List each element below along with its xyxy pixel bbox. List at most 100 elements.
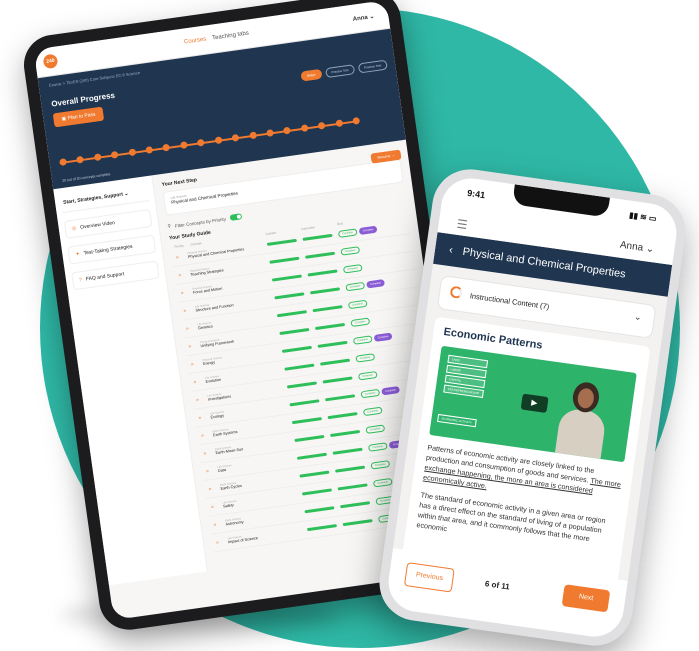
play-circle-icon: ◎ xyxy=(71,225,77,232)
progress-dot xyxy=(59,158,68,167)
progress-dot xyxy=(110,150,119,159)
chevron-right-icon: » xyxy=(215,539,220,546)
instruction-progress-bar xyxy=(315,322,346,331)
progress-dot xyxy=(283,126,292,135)
instruction-progress-bar xyxy=(320,358,351,366)
chevron-right-icon: » xyxy=(175,253,180,261)
content-progress-bar xyxy=(276,310,307,318)
content-progress-bar xyxy=(286,381,318,389)
page-indicator: 6 of 11 xyxy=(484,579,511,592)
presenter-figure xyxy=(551,375,615,460)
progress-dot xyxy=(93,153,102,162)
progress-dot xyxy=(231,133,240,142)
sidebar-item-faq-support[interactable]: ? FAQ and Support xyxy=(71,260,160,291)
instruction-progress-bar xyxy=(325,394,356,402)
chevron-down-icon: ⌄ xyxy=(368,13,375,21)
back-icon[interactable]: ‹ xyxy=(448,244,453,256)
instruction-progress-bar xyxy=(330,429,361,438)
content-progress-bar xyxy=(281,345,312,353)
content-progress-bar xyxy=(269,256,300,264)
lesson-content: Economic Patterns LAND LABOR CAPITAL ENT… xyxy=(400,316,651,595)
sidebar-item-overview-video[interactable]: ◎ Overview Video xyxy=(63,208,153,239)
progress-dot xyxy=(266,129,274,137)
chevron-right-icon: » xyxy=(210,503,215,510)
nav-teaching-tabs[interactable]: Teaching tabs xyxy=(212,30,250,41)
chevron-right-icon: » xyxy=(198,414,202,421)
progress-dot xyxy=(248,131,257,140)
chevron-right-icon: » xyxy=(203,450,207,457)
plan-to-pass-button[interactable]: ▣ Plan to Pass xyxy=(52,106,105,128)
content-progress-bar xyxy=(291,417,323,425)
chevron-down-icon: ⌄ xyxy=(645,243,655,256)
next-button[interactable]: Next xyxy=(561,584,611,613)
previous-button[interactable]: Previous xyxy=(403,562,455,593)
chevron-down-icon: ⌄ xyxy=(123,190,129,198)
progress-dot xyxy=(179,141,188,150)
instruction-progress-bar xyxy=(302,233,333,241)
play-icon[interactable]: ▶ xyxy=(520,393,549,413)
quiz-complete-tag: Complete xyxy=(347,299,368,310)
chevron-down-icon: ⌄ xyxy=(633,311,643,323)
chevron-right-icon: » xyxy=(188,343,192,350)
chevron-right-icon: » xyxy=(208,485,212,492)
priority-toggle[interactable] xyxy=(229,213,243,221)
quiz-status-tag: Complete xyxy=(365,278,386,289)
content-progress-bar xyxy=(301,488,333,496)
badge-pill[interactable]: Badge xyxy=(300,68,323,82)
chevron-right-icon: » xyxy=(213,521,217,528)
progress-dot xyxy=(300,124,309,133)
content-progress-bar xyxy=(296,452,328,460)
quiz-complete-tag: Complete xyxy=(365,424,385,435)
content-progress-bar xyxy=(271,274,302,282)
progress-dot xyxy=(335,119,343,128)
phone-screen: 9:41 ▮▮ ≋ ▭ ☰ Anna ⌄ ‹ Physical and Chemi… xyxy=(384,174,681,641)
chevron-right-icon: » xyxy=(178,271,182,279)
video-tag: ECONOMIC ACTIVITY xyxy=(437,413,477,428)
signal-wifi-battery-icon: ▮▮ ≋ ▭ xyxy=(628,210,658,224)
progress-dot xyxy=(317,121,326,130)
instruction-progress-bar xyxy=(332,447,363,455)
quiz-complete-tag: Complete xyxy=(370,460,390,470)
user-menu[interactable]: Anna ⌄ xyxy=(352,12,374,22)
content-progress-bar xyxy=(294,434,325,443)
progress-dot xyxy=(352,116,361,125)
quiz-complete-tag: Complete xyxy=(367,442,388,452)
menu-icon[interactable]: ☰ xyxy=(456,217,469,232)
content-progress-bar xyxy=(279,327,310,336)
sidebar-heading[interactable]: Start, Strategies, Support ⌄ xyxy=(60,182,149,214)
filter-label: Filter Concepts by Priority xyxy=(174,215,227,229)
progress-dot xyxy=(214,136,223,145)
quiz-status-tag: Complete xyxy=(358,225,378,236)
quiz-complete-tag: Complete xyxy=(342,264,363,274)
lesson-video[interactable]: LAND LABOR CAPITAL ENTREPRENEURSHIP ECON… xyxy=(429,345,637,463)
nav-courses[interactable]: Courses xyxy=(184,36,207,45)
progress-dot xyxy=(162,143,171,152)
content-progress-bar xyxy=(306,524,338,532)
instruction-progress-bar xyxy=(304,251,336,259)
video-diagram-labels: LAND LABOR CAPITAL ENTREPRENEURSHIP xyxy=(443,354,488,400)
quiz-complete-tag: Complete xyxy=(357,370,378,381)
brand-logo[interactable]: 240 xyxy=(42,53,59,70)
phone-user-menu[interactable]: Anna ⌄ xyxy=(619,240,655,256)
chevron-right-icon: » xyxy=(185,325,190,332)
sidebar-item-test-taking-strategies[interactable]: ✦ Test-Taking Strategies xyxy=(67,234,157,265)
status-time: 9:41 xyxy=(466,187,486,201)
content-progress-bar xyxy=(266,238,297,246)
instruction-progress-bar xyxy=(317,340,348,348)
quiz-complete-tag: Complete xyxy=(372,477,393,488)
chevron-right-icon: » xyxy=(200,432,205,439)
chevron-right-icon: » xyxy=(193,378,197,386)
instruction-progress-bar xyxy=(327,412,358,420)
quiz-complete-tag: Complete xyxy=(345,281,365,292)
quiz-status-tag: Complete xyxy=(380,385,401,396)
filter-icon: ⚲ xyxy=(167,223,172,229)
instruction-progress-bar xyxy=(340,501,371,509)
chevron-right-icon: » xyxy=(180,289,185,296)
chevron-right-icon: » xyxy=(195,396,200,403)
progress-ring-icon xyxy=(449,285,464,300)
chevron-right-icon: » xyxy=(190,360,195,368)
help-icon: ? xyxy=(78,277,83,284)
lightbulb-icon: ✦ xyxy=(75,251,81,258)
progress-dot xyxy=(145,146,154,154)
instruction-progress-bar xyxy=(307,269,338,277)
